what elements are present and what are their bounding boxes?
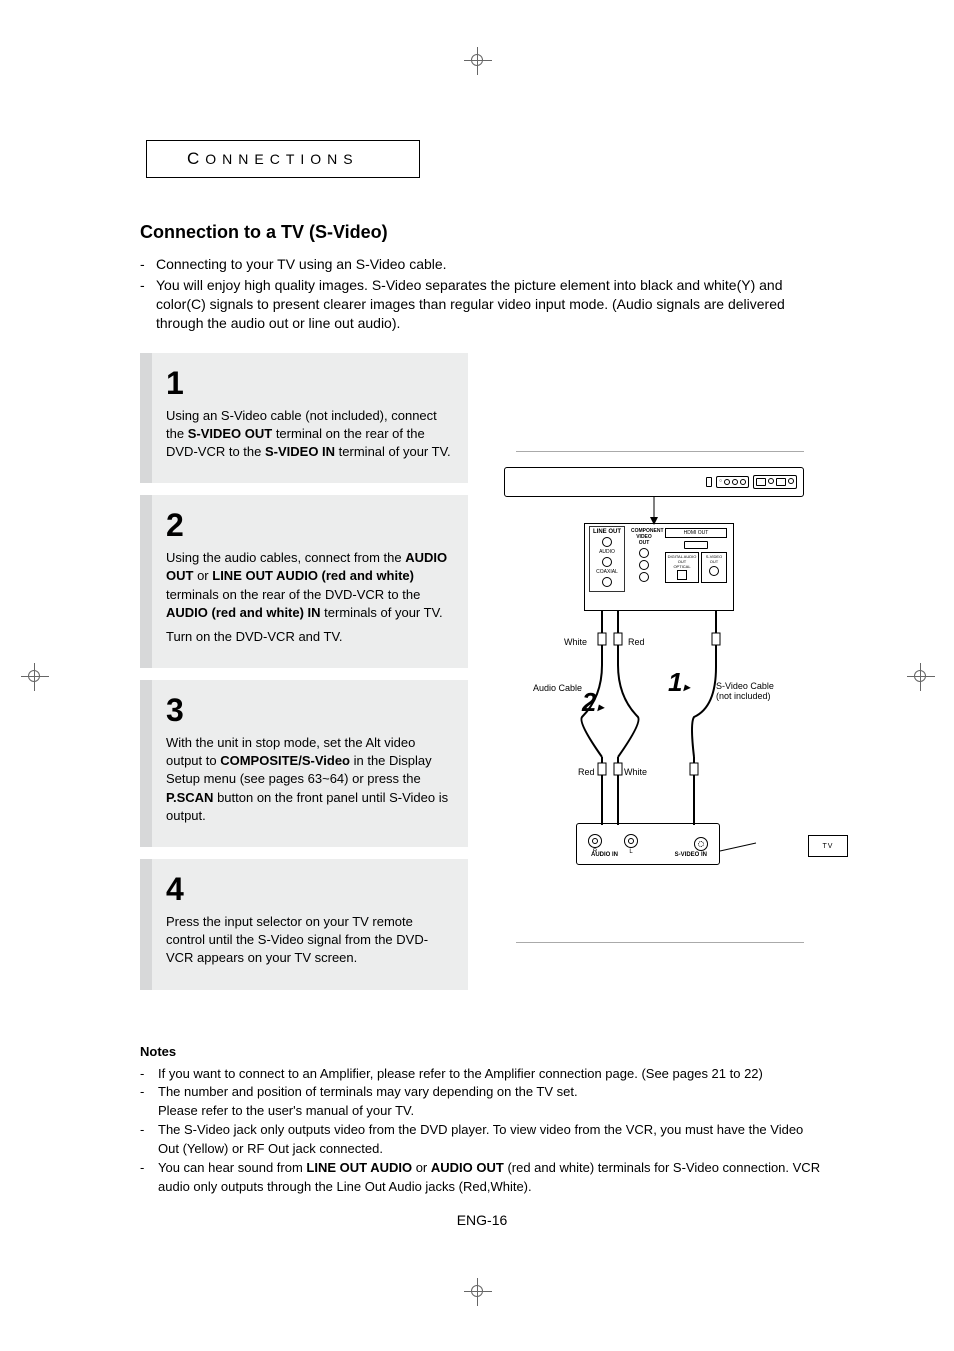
audio-cable-label: Audio Cable <box>526 683 582 693</box>
intro-line-1: Connecting to your TV using an S-Video c… <box>156 255 824 274</box>
tv-label-box: TV <box>808 835 848 857</box>
red-label-2: Red <box>578 767 595 777</box>
step-3: 3 With the unit in stop mode, set the Al… <box>140 680 468 847</box>
diagram-number-1: 1▸ <box>668 667 690 698</box>
step-2-body: Using the audio cables, connect from the… <box>166 549 454 622</box>
step-1-body: Using an S-Video cable (not included), c… <box>166 407 454 462</box>
connection-diagram: ○ <box>504 467 804 887</box>
step-2-extra: Turn on the DVD-VCR and TV. <box>166 628 454 646</box>
page-content: CONNECTIONS Connection to a TV (S-Video)… <box>140 140 824 1181</box>
diagram-column: ○ <box>484 353 824 1002</box>
page-footer: ENG-16 <box>140 1212 824 1228</box>
notes-block: Notes - If you want to connect to an Amp… <box>140 1044 824 1197</box>
step-3-body: With the unit in stop mode, set the Alt … <box>166 734 454 825</box>
intro-block: - Connecting to your TV using an S-Video… <box>140 255 824 333</box>
section-tab-label: ONNECTIONS <box>205 151 358 167</box>
page-title: Connection to a TV (S-Video) <box>140 222 824 243</box>
device-front-icon: ○ <box>504 467 804 497</box>
step-2: 2 Using the audio cables, connect from t… <box>140 495 468 668</box>
note-4: - You can hear sound from LINE OUT AUDIO… <box>140 1159 824 1197</box>
white-label-2: White <box>624 767 647 777</box>
note-1: - If you want to connect to an Amplifier… <box>140 1065 824 1084</box>
svideo-cable-label: S-Video Cable (not included) <box>716 681 774 701</box>
steps-column: 1 Using an S-Video cable (not included),… <box>140 353 468 1002</box>
device-backpanel-icon: LINE OUT AUDIO COAXIAL COMPONENT VIDEO O… <box>584 523 734 611</box>
step-4: 4 Press the input selector on your TV re… <box>140 859 468 990</box>
tv-ports-icon: R L AUDIO IN S-VIDEO IN <box>576 823 720 865</box>
section-tab: CONNECTIONS <box>146 140 420 178</box>
red-label: Red <box>628 637 645 647</box>
notes-title: Notes <box>140 1044 824 1059</box>
diagram-number-2: 2▸ <box>582 687 604 718</box>
step-4-body: Press the input selector on your TV remo… <box>166 913 454 968</box>
note-3: - The S-Video jack only outputs video fr… <box>140 1121 824 1159</box>
note-2-cont: Please refer to the user's manual of you… <box>140 1102 824 1121</box>
note-2: - The number and position of terminals m… <box>140 1083 824 1102</box>
step-1: 1 Using an S-Video cable (not included),… <box>140 353 468 484</box>
intro-line-2: You will enjoy high quality images. S-Vi… <box>156 276 824 333</box>
white-label: White <box>564 637 587 647</box>
